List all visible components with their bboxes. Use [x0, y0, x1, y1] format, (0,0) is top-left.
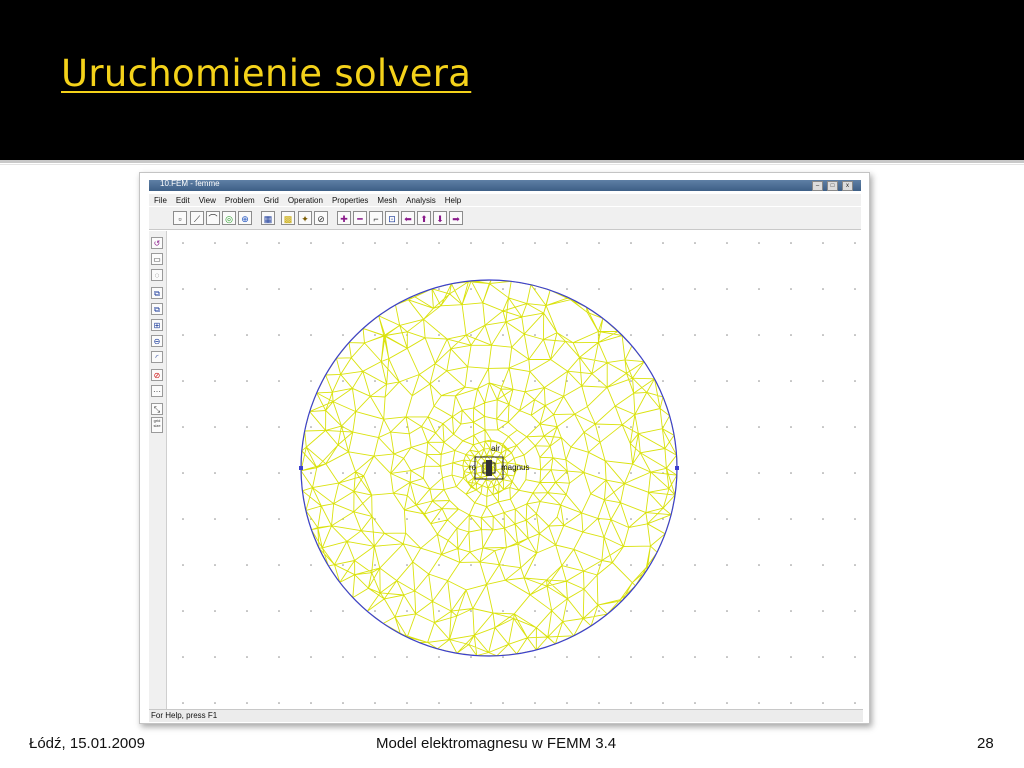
left-toolbar: ↺ ▭ ◌ ⧉ ⧉ ⊞ ⊖ ◜ ⊘ ⋯ ⤡ grid size: [149, 231, 167, 709]
pan-right-icon[interactable]: ➡: [449, 211, 463, 225]
menu-file[interactable]: File: [154, 196, 167, 205]
show-mesh-icon[interactable]: ▦: [261, 211, 275, 225]
label-magnus: magnus: [501, 463, 529, 472]
menu-mesh[interactable]: Mesh: [377, 196, 397, 205]
zoom-natural-icon[interactable]: ⌐: [369, 211, 383, 225]
fillet-icon[interactable]: ◜: [151, 351, 163, 363]
header-divider-light: [0, 164, 1024, 165]
block-label-mode-icon[interactable]: ◎: [222, 211, 236, 225]
menubar: File Edit View Problem Grid Operation Pr…: [149, 194, 861, 206]
zoom-window-icon[interactable]: ⊡: [385, 211, 399, 225]
pan-left-icon[interactable]: ⬅: [401, 211, 415, 225]
snap-grid-icon[interactable]: ⤡: [151, 403, 163, 415]
menu-operation[interactable]: Operation: [288, 196, 323, 205]
group-mode-icon[interactable]: ⊕: [238, 211, 252, 225]
pan-up-icon[interactable]: ⬆: [417, 211, 431, 225]
select-circle-icon[interactable]: ◌: [151, 269, 163, 281]
node-mode-icon[interactable]: ▫: [173, 211, 187, 225]
move-icon[interactable]: ⧉: [151, 287, 163, 299]
menu-help[interactable]: Help: [445, 196, 461, 205]
minimize-icon[interactable]: –: [812, 181, 823, 191]
menu-edit[interactable]: Edit: [176, 196, 190, 205]
window-title: 10.FEM - femme: [160, 179, 220, 188]
header-divider: [0, 160, 1024, 163]
menu-properties[interactable]: Properties: [332, 196, 368, 205]
drawing-canvas[interactable]: air magnus ro: [167, 218, 859, 709]
footer-title: Model elektromagnesu w FEMM 3.4: [376, 735, 617, 752]
label-ro: ro: [469, 463, 477, 472]
mesh-icon[interactable]: ▩: [281, 211, 295, 225]
zoom-in-icon[interactable]: ✚: [337, 211, 351, 225]
menu-grid[interactable]: Grid: [264, 196, 279, 205]
footer-date: Łódź, 15.01.2009: [29, 735, 145, 752]
grid-dots: [182, 242, 856, 704]
segment-mode-icon[interactable]: ⟋: [190, 211, 204, 225]
grid-icon[interactable]: ⋯: [151, 385, 163, 397]
zoom-out-icon[interactable]: ━: [353, 211, 367, 225]
close-icon[interactable]: x: [842, 181, 853, 191]
scale-icon[interactable]: ⊞: [151, 319, 163, 331]
slide-title: Uruchomienie solvera: [61, 52, 472, 95]
mesh-view[interactable]: air magnus ro: [167, 218, 859, 709]
menu-view[interactable]: View: [199, 196, 216, 205]
menu-problem[interactable]: Problem: [225, 196, 255, 205]
maximize-icon[interactable]: □: [827, 181, 838, 191]
undo-icon[interactable]: ↺: [151, 237, 163, 249]
copy-icon[interactable]: ⧉: [151, 303, 163, 315]
select-icon[interactable]: ▭: [151, 253, 163, 265]
status-bar: For Help, press F1: [149, 709, 863, 722]
mirror-icon[interactable]: ⊖: [151, 335, 163, 347]
boundary-node-right: [675, 466, 679, 470]
run-solver-icon[interactable]: ✦: [298, 211, 312, 225]
pan-down-icon[interactable]: ⬇: [433, 211, 447, 225]
arc-mode-icon[interactable]: ⌒: [206, 211, 220, 225]
boundary-node-left: [299, 466, 303, 470]
femm-screenshot: 10.FEM - femme – □ x File Edit View Prob…: [139, 172, 870, 724]
window-controls: – □ x: [812, 181, 853, 191]
delete-icon[interactable]: ⊘: [151, 369, 163, 381]
main-toolbar: ▫ ⟋ ⌒ ◎ ⊕ ▦ ▩ ✦ ⊘ ✚ ━ ⌐ ⊡ ⬅ ⬆ ⬇ ➡: [149, 207, 861, 230]
menu-analysis[interactable]: Analysis: [406, 196, 436, 205]
page-number: 28: [977, 735, 994, 752]
slide-header: Uruchomienie solvera: [0, 0, 1024, 160]
label-air: air: [491, 444, 500, 453]
view-results-icon[interactable]: ⊘: [314, 211, 328, 225]
grid-size-icon[interactable]: grid size: [151, 417, 163, 433]
window-titlebar: 10.FEM - femme – □ x: [149, 179, 861, 191]
